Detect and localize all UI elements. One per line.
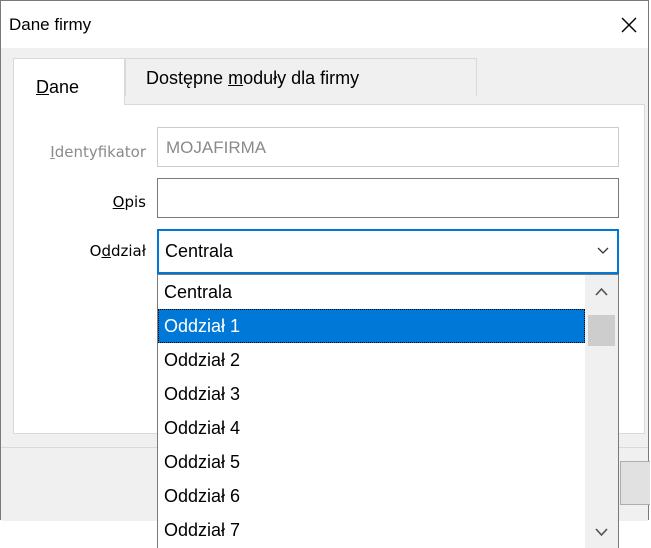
identyfikator-label: Identyfikator [26, 143, 146, 161]
label-mnemonic: d [101, 242, 111, 260]
scroll-up-icon[interactable] [585, 275, 618, 309]
label-mnemonic: O [112, 193, 125, 211]
dropdown-items: Centrala Oddział 1 Oddział 2 Oddział 3 O… [158, 275, 585, 547]
label-pre: O [89, 242, 102, 260]
dialog-button-partial[interactable] [620, 461, 650, 505]
tab-divider [125, 104, 645, 105]
dropdown-scrollbar[interactable] [585, 275, 618, 548]
tab-dane[interactable]: Dane [13, 58, 125, 105]
opis-label: Opis [26, 193, 146, 211]
opis-field[interactable] [157, 178, 619, 218]
dropdown-item-oddzial-4[interactable]: Oddział 4 [158, 411, 585, 445]
tab-dostepne-moduly[interactable]: Dostępne moduły dla firmy [125, 58, 477, 96]
tab-label-post: oduły dla firmy [243, 68, 360, 88]
chevron-down-icon[interactable] [595, 243, 611, 259]
label-post: pis [124, 193, 146, 211]
oddzial-dropdown-list: Centrala Oddział 1 Oddział 2 Oddział 3 O… [157, 274, 619, 548]
dropdown-item-oddzial-2[interactable]: Oddział 2 [158, 343, 585, 377]
title-bar: Dane firmy [1, 1, 648, 48]
identyfikator-field: MOJAFIRMA [157, 127, 619, 167]
oddzial-label: Oddział [26, 242, 146, 260]
scroll-down-icon[interactable] [585, 515, 618, 548]
tab-label-post: ane [49, 77, 80, 97]
tab-label-mnemonic: m [228, 68, 244, 88]
tab-label-mnemonic: D [36, 77, 49, 97]
close-icon[interactable] [614, 11, 644, 39]
window-title: Dane firmy [9, 15, 92, 34]
dropdown-item-oddzial-6[interactable]: Oddział 6 [158, 479, 585, 513]
oddzial-combobox-value: Centrala [165, 241, 234, 261]
dropdown-item-oddzial-3[interactable]: Oddział 3 [158, 377, 585, 411]
dropdown-item-oddzial-7[interactable]: Oddział 7 [158, 513, 585, 547]
oddzial-combobox[interactable]: Centrala [157, 229, 619, 274]
tab-label-pre: Dostępne [146, 68, 229, 88]
dropdown-item-centrala[interactable]: Centrala [158, 275, 585, 309]
label-post: dział [110, 242, 146, 260]
scrollbar-thumb[interactable] [588, 315, 615, 346]
label-post: dentyfikator [54, 143, 146, 161]
dropdown-item-oddzial-5[interactable]: Oddział 5 [158, 445, 585, 479]
dropdown-item-oddzial-1[interactable]: Oddział 1 [158, 309, 585, 343]
